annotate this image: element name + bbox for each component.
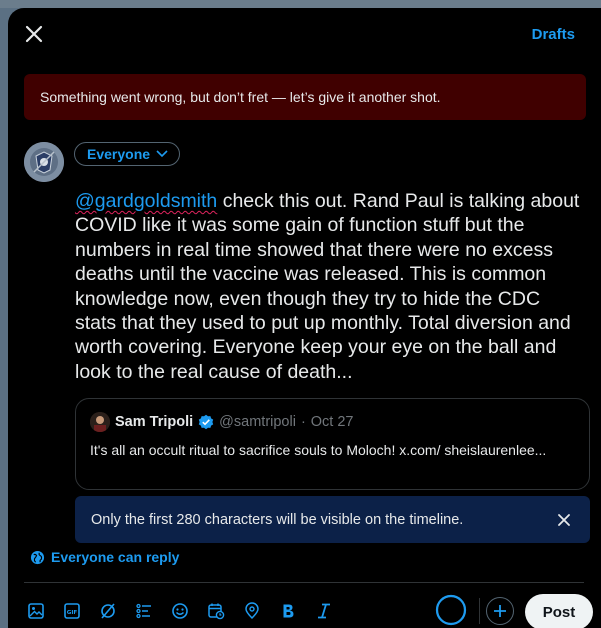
- bold-icon: [283, 604, 294, 618]
- gif-icon: GIF: [64, 603, 80, 619]
- compose-toolbar: GIF: [24, 598, 336, 624]
- dismiss-warning-button[interactable]: [554, 510, 574, 530]
- location-icon: [245, 602, 259, 620]
- quote-author-handle: @samtripoli: [219, 414, 296, 430]
- verified-badge-icon: [198, 414, 214, 430]
- avatar-image: [24, 142, 64, 182]
- avatar[interactable]: [24, 142, 64, 182]
- grok-button[interactable]: [96, 599, 120, 623]
- audience-label: Everyone: [87, 146, 151, 162]
- location-button[interactable]: [240, 599, 264, 623]
- post-button[interactable]: Post: [525, 594, 593, 628]
- italic-icon: [318, 603, 330, 619]
- separator-dot: ·: [300, 414, 306, 430]
- error-message: Something went wrong, but don’t fret — l…: [40, 89, 441, 105]
- warning-message: Only the first 280 characters will be vi…: [91, 511, 464, 528]
- quote-header: Sam Tripoli @samtripoli · Oct 27: [90, 412, 575, 432]
- poll-icon: [136, 603, 151, 619]
- italic-button[interactable]: [312, 599, 336, 623]
- audience-selector[interactable]: Everyone: [74, 142, 181, 166]
- plus-icon: [494, 605, 506, 617]
- character-limit-warning: Only the first 280 characters will be vi…: [75, 496, 590, 543]
- toolbar-divider: [479, 598, 480, 624]
- image-icon: [28, 603, 44, 619]
- error-banner: Something went wrong, but don’t fret — l…: [24, 74, 586, 120]
- quote-text: It's all an occult ritual to sacrifice s…: [90, 442, 547, 458]
- reply-setting-button[interactable]: Everyone can reply: [30, 549, 179, 565]
- compose-modal: Drafts Something went wrong, but don’t f…: [8, 8, 601, 628]
- reply-setting-label: Everyone can reply: [51, 549, 180, 565]
- quote-date: Oct 27: [310, 414, 354, 430]
- svg-text:GIF: GIF: [67, 610, 78, 616]
- quote-author-name: Sam Tripoli: [115, 414, 194, 430]
- add-post-button[interactable]: [486, 597, 514, 625]
- gif-button[interactable]: GIF: [60, 599, 84, 623]
- poll-button[interactable]: [132, 599, 156, 623]
- emoji-icon: [172, 603, 188, 619]
- media-button[interactable]: [24, 599, 48, 623]
- divider: [24, 582, 584, 583]
- mention-link[interactable]: @gardgoldsmith: [75, 190, 217, 212]
- schedule-icon: [208, 603, 225, 620]
- character-count-ring: [435, 594, 467, 626]
- tweet-body: check this out. Rand Paul is talking abo…: [75, 190, 580, 383]
- grok-icon: [101, 603, 115, 619]
- quoted-post[interactable]: Sam Tripoli @samtripoli · Oct 27 It's al…: [75, 398, 590, 490]
- page-backdrop: [0, 0, 601, 8]
- drafts-button[interactable]: Drafts: [532, 26, 575, 43]
- globe-icon: [30, 550, 45, 564]
- schedule-button[interactable]: [204, 599, 228, 623]
- close-button[interactable]: [20, 20, 48, 48]
- bold-button[interactable]: [276, 599, 300, 623]
- emoji-button[interactable]: [168, 599, 192, 623]
- tweet-text-input[interactable]: @gardgoldsmith check this out. Rand Paul…: [75, 189, 585, 384]
- quote-avatar: [90, 412, 110, 432]
- close-icon: [558, 513, 570, 526]
- chevron-down-icon: [156, 150, 168, 158]
- close-icon: [25, 25, 43, 43]
